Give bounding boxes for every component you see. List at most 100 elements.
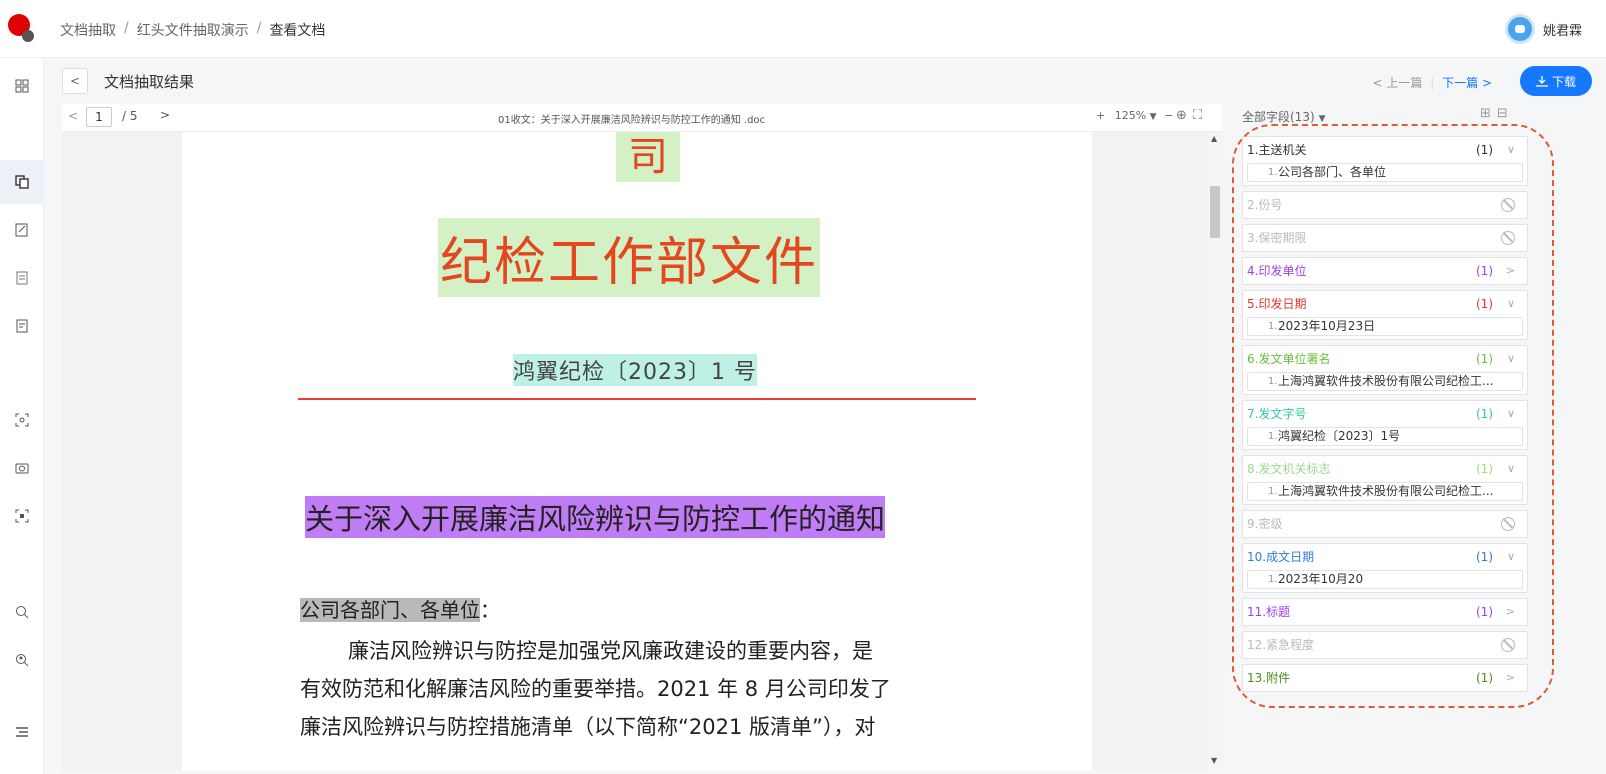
field-header[interactable]: 11.标题 (1) >	[1243, 599, 1527, 625]
field-header[interactable]: 5.印发日期 (1) ∨	[1243, 291, 1527, 317]
expand-all-icon[interactable]: ⊞	[1480, 106, 1497, 121]
document-top-fragment: 司	[616, 132, 680, 182]
top-bar: 文档抽取 / 红头文件抽取演示 / 查看文档 姚君霖	[0, 0, 1606, 58]
breadcrumb-separator: /	[124, 20, 129, 36]
zoom-level-select[interactable]: 125%	[1115, 109, 1146, 122]
field-item[interactable]: 5.印发日期 (1) ∨ 1. 2023年10月23日	[1242, 290, 1528, 340]
apps-icon[interactable]	[12, 76, 32, 96]
field-item[interactable]: 1.主送机关 (1) ∨ 1. 公司各部门、各单位	[1242, 136, 1528, 186]
field-item[interactable]: 13.附件 (1) >	[1242, 664, 1528, 692]
capture-icon[interactable]	[12, 506, 32, 526]
collapse-all-icon[interactable]: ⊟	[1497, 106, 1514, 121]
field-header[interactable]: 13.附件 (1) >	[1243, 665, 1527, 691]
breadcrumb-item-demo[interactable]: 红头文件抽取演示	[137, 20, 249, 40]
page-number-input[interactable]: 1	[86, 107, 112, 127]
field-header[interactable]: 7.发文字号 (1) ∨	[1243, 401, 1527, 427]
doc-list-icon[interactable]	[12, 316, 32, 336]
back-button[interactable]: <	[62, 68, 88, 94]
doc-compare-icon[interactable]	[12, 172, 32, 192]
user-name[interactable]: 姚君霖	[1543, 20, 1582, 39]
logo-icon[interactable]	[8, 14, 34, 42]
document-viewer: < 1 / 5 > 01收文：关于深入开展廉洁风险辨识与防控工作的通知 .doc…	[62, 104, 1222, 770]
doc-scan-icon[interactable]	[12, 268, 32, 288]
breadcrumb: 文档抽取 / 红头文件抽取演示 / 查看文档	[60, 20, 325, 40]
field-label: 12.紧急程度	[1247, 638, 1315, 652]
field-value[interactable]: 1. 上海鸿翼软件技术股份有限公司纪检工...	[1247, 372, 1523, 391]
document-header: 纪检工作部文件	[438, 218, 821, 297]
user-menu[interactable]: 姚君霖	[1504, 14, 1582, 44]
scroll-up-icon[interactable]: ▲	[1211, 134, 1217, 143]
field-value[interactable]: 1. 鸿翼纪检〔2023〕1号	[1247, 427, 1523, 446]
chevron-down-icon[interactable]: ∨	[1507, 137, 1515, 163]
nav-divider: |	[1430, 76, 1435, 90]
zoom-out-button[interactable]: −	[1164, 109, 1173, 122]
main-area: < 文档抽取结果 < 上一篇 | 下一篇 > 下载 < 1 / 5 > 01收文…	[44, 58, 1606, 774]
field-value[interactable]: 1. 2023年10月23日	[1247, 317, 1523, 336]
field-filter[interactable]: 全部字段(13) ▼	[1242, 108, 1326, 125]
fit-icon[interactable]: ⊕	[1176, 108, 1193, 123]
field-value-text: 2023年10月20	[1278, 572, 1364, 586]
field-header[interactable]: 1.主送机关 (1) ∨	[1243, 137, 1527, 163]
field-header[interactable]: 8.发文机关标志 (1) ∨	[1243, 456, 1527, 482]
page-title: 文档抽取结果	[104, 73, 195, 91]
breadcrumb-item-extract[interactable]: 文档抽取	[60, 20, 116, 40]
scan-frame-icon[interactable]	[12, 410, 32, 430]
zoom-search-icon[interactable]	[12, 602, 32, 622]
field-header[interactable]: 4.印发单位 (1) >	[1243, 258, 1527, 284]
field-item[interactable]: 12.紧急程度	[1242, 631, 1528, 659]
field-count: (1)	[1476, 352, 1493, 366]
field-header[interactable]: 9.密级	[1243, 511, 1527, 537]
field-item[interactable]: 3.保密期限	[1242, 224, 1528, 252]
viewer-toolbar: < 1 / 5 > 01收文：关于深入开展廉洁风险辨识与防控工作的通知 .doc…	[62, 104, 1222, 132]
next-doc-link[interactable]: 下一篇 >	[1442, 76, 1492, 90]
field-item[interactable]: 7.发文字号 (1) ∨ 1. 鸿翼纪检〔2023〕1号	[1242, 400, 1528, 450]
viewer-scrollbar[interactable]: ▲ ▼	[1208, 132, 1222, 770]
field-value[interactable]: 1. 上海鸿翼软件技术股份有限公司纪检工...	[1247, 482, 1523, 501]
camera-icon[interactable]	[12, 458, 32, 478]
panel-tools: ⊞⊟	[1480, 106, 1514, 121]
doc-edit-icon[interactable]	[12, 220, 32, 240]
user-avatar-icon[interactable]	[1504, 14, 1535, 44]
field-item[interactable]: 10.成文日期 (1) ∨ 1. 2023年10月20	[1242, 543, 1528, 593]
scroll-thumb[interactable]	[1210, 186, 1220, 238]
field-label: 2.份号	[1247, 198, 1283, 212]
chevron-down-icon[interactable]: ∨	[1507, 291, 1515, 317]
field-item[interactable]: 9.密级	[1242, 510, 1528, 538]
fullscreen-icon[interactable]: ⛶	[1193, 108, 1208, 123]
salutation-highlight: 公司各部门、各单位	[300, 598, 480, 622]
chevron-down-icon[interactable]: ∨	[1507, 346, 1515, 372]
caret-down-icon[interactable]: ▼	[1319, 114, 1326, 124]
scroll-down-icon[interactable]: ▼	[1211, 756, 1217, 765]
download-button[interactable]: 下载	[1520, 66, 1592, 96]
field-value[interactable]: 1. 2023年10月20	[1247, 570, 1523, 589]
field-item[interactable]: 6.发文单位署名 (1) ∨ 1. 上海鸿翼软件技术股份有限公司纪检工...	[1242, 345, 1528, 395]
caret-down-icon[interactable]: ▼	[1150, 112, 1157, 122]
field-filter-label[interactable]: 全部字段(13)	[1242, 110, 1315, 124]
zoom-in-button[interactable]: +	[1096, 109, 1105, 122]
chevron-down-icon[interactable]: ∨	[1507, 456, 1515, 482]
field-item[interactable]: 4.印发单位 (1) >	[1242, 257, 1528, 285]
chevron-right-icon[interactable]: >	[1506, 258, 1515, 284]
field-item[interactable]: 2.份号	[1242, 191, 1528, 219]
prev-page-button[interactable]: <	[68, 109, 78, 123]
field-label: 9.密级	[1247, 517, 1283, 531]
field-header[interactable]: 3.保密期限	[1243, 225, 1527, 251]
prev-doc-link[interactable]: < 上一篇	[1373, 76, 1423, 90]
chevron-right-icon[interactable]: >	[1506, 599, 1515, 625]
field-value[interactable]: 1. 公司各部门、各单位	[1247, 163, 1523, 182]
field-header[interactable]: 2.份号	[1243, 192, 1527, 218]
chevron-down-icon[interactable]: ∨	[1507, 401, 1515, 427]
search-person-icon[interactable]	[12, 650, 32, 670]
chevron-down-icon[interactable]: ∨	[1507, 544, 1515, 570]
viewer-tools: ⊕⛶	[1176, 108, 1208, 123]
menu-icon[interactable]	[12, 722, 32, 742]
field-header[interactable]: 12.紧急程度	[1243, 632, 1527, 658]
next-page-button[interactable]: >	[160, 108, 170, 122]
field-header[interactable]: 10.成文日期 (1) ∨	[1243, 544, 1527, 570]
breadcrumb-item-current: 查看文档	[269, 23, 326, 39]
chevron-right-icon[interactable]: >	[1506, 665, 1515, 691]
field-header[interactable]: 6.发文单位署名 (1) ∨	[1243, 346, 1527, 372]
field-item[interactable]: 11.标题 (1) >	[1242, 598, 1528, 626]
field-item[interactable]: 8.发文机关标志 (1) ∨ 1. 上海鸿翼软件技术股份有限公司纪检工...	[1242, 455, 1528, 505]
document-salutation: 公司各部门、各单位：	[300, 594, 500, 623]
